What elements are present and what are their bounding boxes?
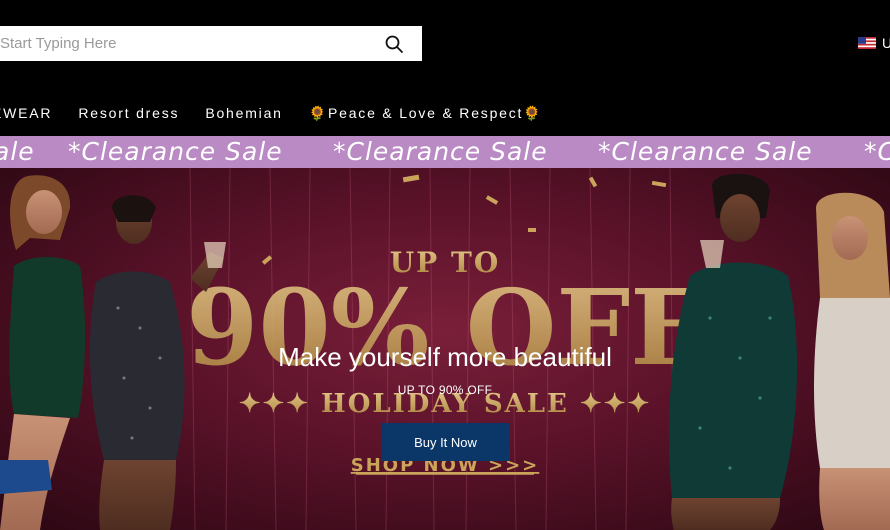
nav-item-resort-dress[interactable]: Resort dress (78, 105, 179, 121)
us-flag-icon (858, 37, 876, 49)
locale-selector[interactable]: U (858, 35, 890, 51)
hero-overlay: Make yourself more beautiful UP TO 90% O… (0, 168, 890, 530)
clearance-ticker: ale *Clearance Sale *Clearance Sale *Cle… (0, 136, 890, 168)
buy-it-now-button[interactable]: Buy It Now (381, 423, 510, 461)
ticker-item: *Clearance Sale (68, 137, 283, 166)
hero-headline: Make yourself more beautiful (278, 342, 612, 372)
nav-item-peace-love-respect[interactable]: 🌻Peace & Love & Respect🌻 (309, 105, 543, 122)
ticker-item: *C (864, 137, 890, 166)
ticker-item: ale (0, 137, 35, 166)
search-input[interactable] (0, 27, 370, 60)
search-icon[interactable] (384, 34, 404, 54)
hero-banner[interactable]: UP TO 90% OFF ✦✦✦ HOLIDAY SALE ✦✦✦ SHOP … (0, 168, 890, 530)
ticker-item: *Clearance Sale (598, 137, 813, 166)
ticker-item: *Clearance Sale (333, 137, 548, 166)
top-bar: U EWEAR Resort dress Bohemian 🌻Peace & L… (0, 0, 890, 136)
nav-item-eyewear[interactable]: EWEAR (0, 105, 52, 121)
search-bar (0, 26, 422, 61)
main-nav: EWEAR Resort dress Bohemian 🌻Peace & Lov… (0, 103, 568, 123)
nav-item-bohemian[interactable]: Bohemian (205, 105, 282, 121)
locale-label: U (882, 35, 890, 51)
hero-subheadline: UP TO 90% OFF (397, 383, 493, 397)
